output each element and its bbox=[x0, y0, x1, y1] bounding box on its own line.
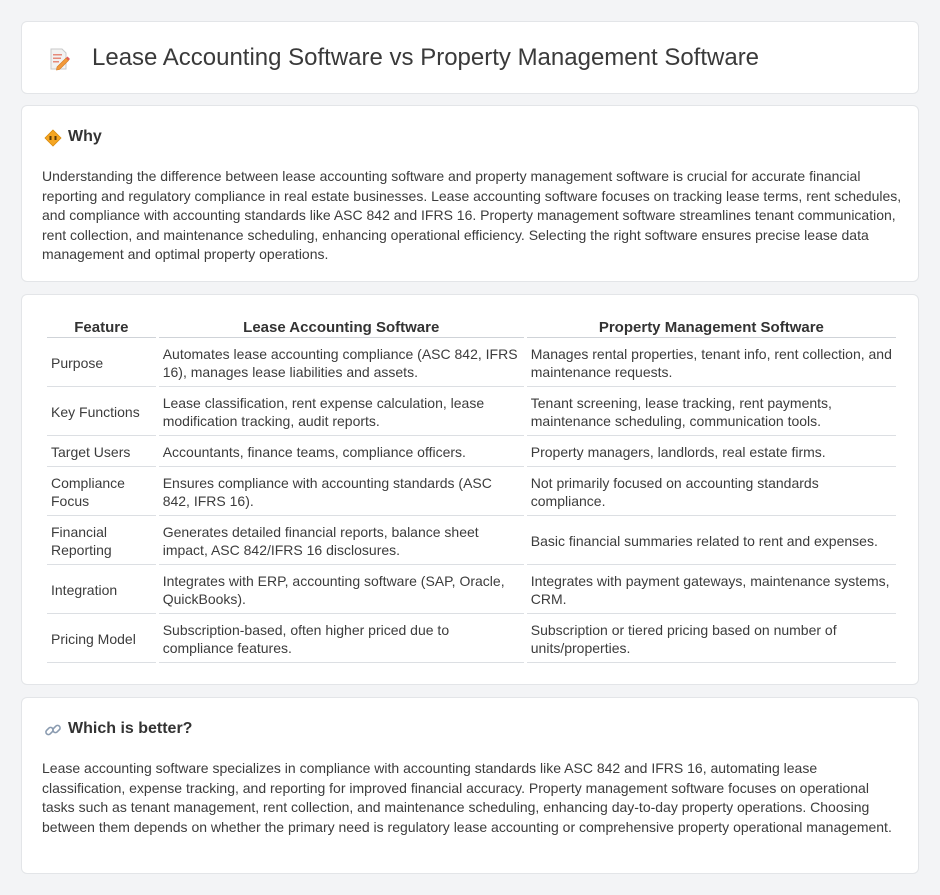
property-cell: Subscription or tiered pricing based on … bbox=[526, 616, 896, 663]
feature-cell: Financial Reporting bbox=[47, 518, 156, 565]
table-row: Compliance Focus Ensures compliance with… bbox=[47, 469, 896, 516]
lease-cell: Ensures compliance with accounting stand… bbox=[158, 469, 524, 516]
property-cell: Manages rental properties, tenant info, … bbox=[526, 340, 896, 387]
header-feature: Feature bbox=[47, 317, 156, 338]
comparison-table: Feature Lease Accounting Software Proper… bbox=[44, 315, 899, 665]
link-icon bbox=[45, 724, 61, 736]
why-title: Why bbox=[68, 128, 102, 145]
which-is-better-text: Lease accounting software specializes in… bbox=[42, 760, 892, 835]
header-card: Lease Accounting Software vs Property Ma… bbox=[21, 21, 919, 94]
table-header-row: Feature Lease Accounting Software Proper… bbox=[47, 317, 896, 338]
property-cell: Integrates with payment gateways, mainte… bbox=[526, 567, 896, 614]
feature-cell: Key Functions bbox=[47, 389, 156, 436]
table-row: Integration Integrates with ERP, account… bbox=[47, 567, 896, 614]
feature-cell: Integration bbox=[47, 567, 156, 614]
table-row: Pricing Model Subscription-based, often … bbox=[47, 616, 896, 663]
property-cell: Tenant screening, lease tracking, rent p… bbox=[526, 389, 896, 436]
page-title: Lease Accounting Software vs Property Ma… bbox=[92, 44, 760, 71]
comparison-section: Feature Lease Accounting Software Proper… bbox=[21, 294, 919, 685]
document-edit-icon bbox=[50, 48, 70, 71]
lease-cell: Lease classification, rent expense calcu… bbox=[158, 389, 524, 436]
lease-cell: Accountants, finance teams, compliance o… bbox=[158, 438, 524, 467]
table-row: Target Users Accountants, finance teams,… bbox=[47, 438, 896, 467]
header-lease: Lease Accounting Software bbox=[158, 317, 524, 338]
which-is-better-section: Which is better? Lease accounting softwa… bbox=[21, 697, 919, 874]
feature-cell: Purpose bbox=[47, 340, 156, 387]
lease-cell: Automates lease accounting compliance (A… bbox=[158, 340, 524, 387]
table-row: Purpose Automates lease accounting compl… bbox=[47, 340, 896, 387]
why-section: Why Understanding the difference between… bbox=[21, 105, 919, 282]
feature-cell: Pricing Model bbox=[47, 616, 156, 663]
property-cell: Not primarily focused on accounting stan… bbox=[526, 469, 896, 516]
lease-cell: Generates detailed financial reports, ba… bbox=[158, 518, 524, 565]
which-is-better-title: Which is better? bbox=[68, 720, 193, 737]
why-text: Understanding the difference between lea… bbox=[42, 168, 902, 263]
feature-cell: Target Users bbox=[47, 438, 156, 467]
lease-cell: Integrates with ERP, accounting software… bbox=[158, 567, 524, 614]
property-cell: Basic financial summaries related to ren… bbox=[526, 518, 896, 565]
table-row: Key Functions Lease classification, rent… bbox=[47, 389, 896, 436]
diamond-sign-icon bbox=[44, 129, 62, 147]
lease-cell: Subscription-based, often higher priced … bbox=[158, 616, 524, 663]
header-property: Property Management Software bbox=[526, 317, 896, 338]
property-cell: Property managers, landlords, real estat… bbox=[526, 438, 896, 467]
table-row: Financial Reporting Generates detailed f… bbox=[47, 518, 896, 565]
feature-cell: Compliance Focus bbox=[47, 469, 156, 516]
